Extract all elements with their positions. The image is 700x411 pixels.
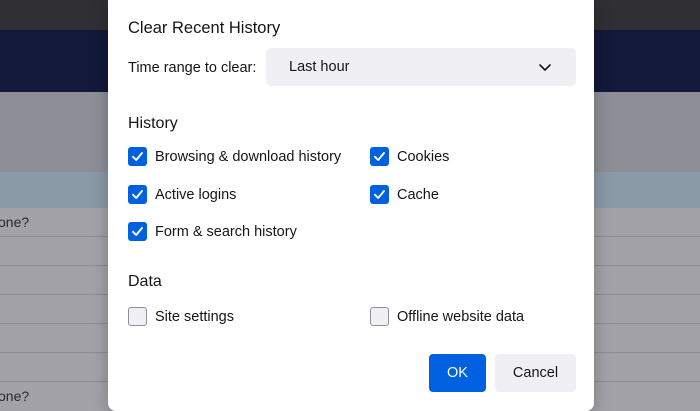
checkbox-checked-icon[interactable]	[128, 147, 147, 166]
checkbox-cache[interactable]: Cache	[370, 185, 439, 204]
row-text: one?	[0, 214, 30, 230]
checkbox-label: Site settings	[155, 308, 234, 325]
checkbox-label: Browsing & download history	[155, 148, 342, 165]
checkbox-browsing-download-history[interactable]: Browsing & download history	[128, 147, 341, 166]
checkbox-label: Offline website data	[397, 308, 525, 325]
checkbox-offline-website-data[interactable]: Offline website data	[370, 307, 524, 326]
row-text: one?	[0, 388, 30, 404]
cancel-button[interactable]: Cancel	[495, 354, 576, 392]
dialog-title: Clear Recent History	[128, 19, 281, 37]
clear-history-dialog: Clear Recent History Time range to clear…	[108, 0, 594, 411]
checkbox-active-logins[interactable]: Active logins	[128, 185, 236, 204]
time-range-select[interactable]: Last hour	[266, 48, 576, 86]
data-heading: Data	[128, 273, 162, 290]
checkbox-unchecked-icon[interactable]	[128, 307, 147, 326]
time-range-value: Last hour	[289, 59, 350, 75]
ok-button[interactable]: OK	[429, 354, 486, 392]
checkbox-label: Form & search history	[155, 223, 297, 240]
checkbox-form-search-history[interactable]: Form & search history	[128, 222, 297, 241]
checkbox-checked-icon[interactable]	[370, 185, 389, 204]
checkbox-checked-icon[interactable]	[128, 222, 147, 241]
checkbox-cookies[interactable]: Cookies	[370, 147, 449, 166]
time-range-label: Time range to clear:	[128, 60, 257, 76]
checkbox-label: Active logins	[155, 186, 237, 203]
history-heading: History	[128, 115, 178, 132]
checkbox-checked-icon[interactable]	[370, 147, 389, 166]
checkbox-unchecked-icon[interactable]	[370, 307, 389, 326]
checkbox-label: Cookies	[397, 148, 450, 165]
checkbox-label: Cache	[397, 186, 439, 203]
checkbox-site-settings[interactable]: Site settings	[128, 307, 234, 326]
checkbox-checked-icon[interactable]	[128, 185, 147, 204]
chevron-down-icon	[539, 64, 551, 71]
